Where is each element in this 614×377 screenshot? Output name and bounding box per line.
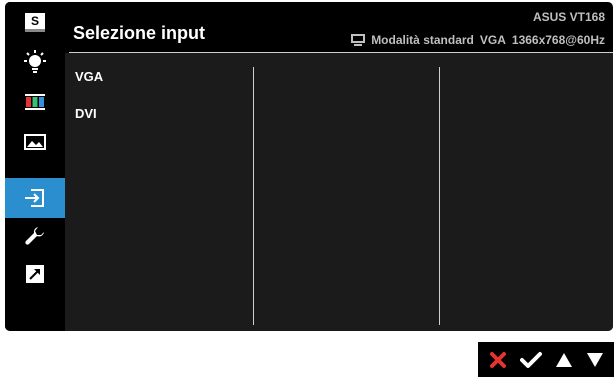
color-bars-icon — [25, 94, 45, 110]
page-title: Selezione input — [73, 23, 206, 43]
s-logo-label: S — [30, 13, 39, 28]
wrench-icon — [25, 227, 44, 245]
sidebar-item-input-select[interactable] — [5, 178, 65, 218]
option-dvi[interactable]: DVI — [75, 106, 97, 121]
triangle-down-icon[interactable] — [585, 351, 605, 369]
column-divider — [439, 67, 440, 325]
status-mode: Modalità standard — [371, 33, 474, 47]
sidebar-item-splendid[interactable]: S — [5, 2, 65, 42]
s-logo-icon: S — [25, 12, 45, 32]
status-bar: Modalità standard VGA 1366x768@60Hz — [351, 33, 605, 47]
model-name: ASUS VT168 — [532, 10, 605, 24]
sidebar-item-system-setup[interactable] — [5, 218, 65, 258]
sidebar-item-color[interactable] — [5, 82, 65, 122]
sidebar-item-image[interactable] — [5, 122, 65, 162]
close-icon[interactable] — [488, 350, 508, 370]
triangle-up-icon[interactable] — [554, 351, 574, 369]
option-vga[interactable]: VGA — [75, 69, 103, 84]
osd-header: Selezione input ASUS VT168 Modalità stan… — [65, 2, 613, 52]
options-panel: VGA DVI — [65, 53, 613, 331]
osd-window: S Selezione input ASUS VT168 Modalità st… — [5, 2, 613, 331]
status-resolution: 1366x768@60Hz — [511, 33, 605, 47]
key-guide — [478, 342, 614, 377]
status-input: VGA — [479, 33, 506, 47]
sidebar: S — [5, 2, 65, 331]
column-divider — [253, 67, 254, 325]
sun-icon — [24, 50, 46, 73]
monitor-icon — [351, 34, 366, 46]
check-icon[interactable] — [519, 350, 543, 370]
sidebar-item-shortcut[interactable] — [5, 254, 65, 294]
input-source-icon — [25, 189, 44, 207]
shortcut-arrow-icon — [26, 265, 44, 283]
sidebar-item-brightness[interactable] — [5, 42, 65, 82]
picture-icon — [24, 134, 46, 150]
